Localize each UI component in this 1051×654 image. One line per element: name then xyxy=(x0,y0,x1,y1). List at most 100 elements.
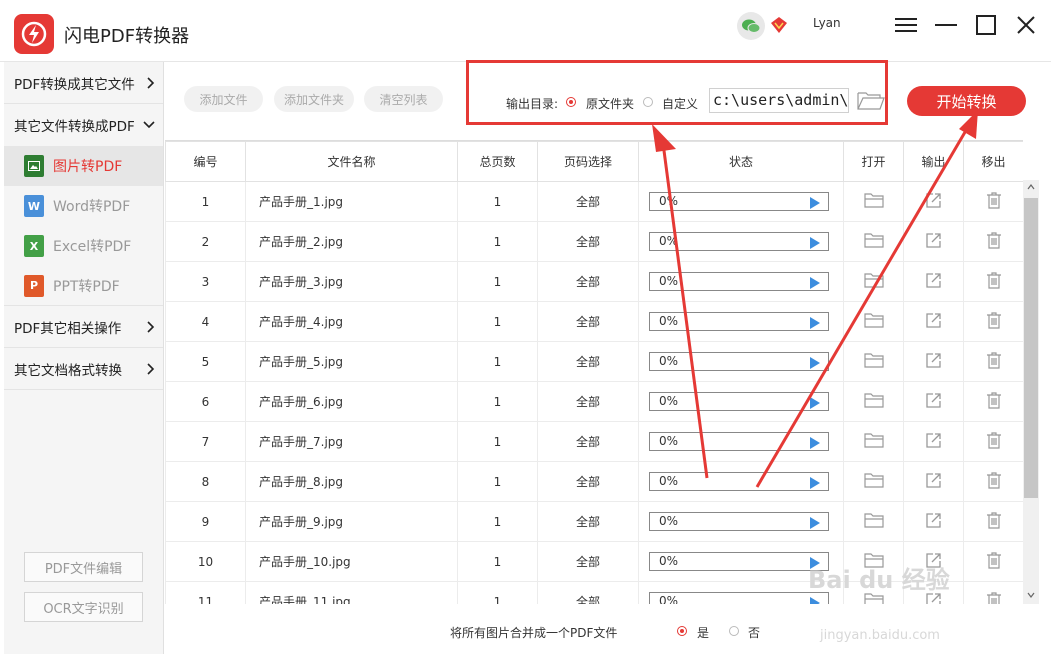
trash-icon[interactable] xyxy=(986,551,1002,569)
cell-remove[interactable] xyxy=(963,301,1023,342)
menu-icon[interactable] xyxy=(893,12,919,38)
cell-output[interactable] xyxy=(903,421,964,462)
play-icon[interactable] xyxy=(810,237,820,249)
maximize-icon[interactable] xyxy=(973,12,999,38)
cell-range[interactable]: 全部 xyxy=(537,181,639,222)
sidebar-item-word-to-pdf[interactable]: W Word转PDF xyxy=(4,186,163,226)
trash-icon[interactable] xyxy=(986,511,1002,529)
table-row[interactable]: 1 产品手册_1.jpg 1 全部 0% xyxy=(165,181,1023,222)
cell-output[interactable] xyxy=(903,501,964,542)
trash-icon[interactable] xyxy=(986,591,1002,605)
cell-remove[interactable] xyxy=(963,341,1023,382)
export-icon[interactable] xyxy=(925,472,942,489)
output-path-input[interactable]: c:\users\admin\d xyxy=(709,88,849,113)
cell-range[interactable]: 全部 xyxy=(537,341,639,382)
export-icon[interactable] xyxy=(925,352,942,369)
trash-icon[interactable] xyxy=(986,391,1002,409)
cell-range[interactable]: 全部 xyxy=(537,381,639,422)
cell-remove[interactable] xyxy=(963,541,1023,582)
scroll-down-icon[interactable] xyxy=(1027,592,1035,598)
cell-open[interactable] xyxy=(843,501,904,542)
play-icon[interactable] xyxy=(810,397,820,409)
sidebar-item-ppt-to-pdf[interactable]: P PPT转PDF xyxy=(4,266,163,306)
play-icon[interactable] xyxy=(810,277,820,289)
table-row[interactable]: 7 产品手册_7.jpg 1 全部 0% xyxy=(165,421,1023,462)
folder-open-icon[interactable] xyxy=(863,352,884,368)
trash-icon[interactable] xyxy=(986,471,1002,489)
export-icon[interactable] xyxy=(925,432,942,449)
start-convert-button[interactable]: 开始转换 xyxy=(907,86,1026,116)
cell-open[interactable] xyxy=(843,341,904,382)
cell-output[interactable] xyxy=(903,261,964,302)
cell-range[interactable]: 全部 xyxy=(537,461,639,502)
play-icon[interactable] xyxy=(810,317,820,329)
table-row[interactable]: 4 产品手册_4.jpg 1 全部 0% xyxy=(165,301,1023,342)
radio-custom[interactable] xyxy=(643,97,653,107)
play-icon[interactable] xyxy=(810,477,820,489)
folder-open-icon[interactable] xyxy=(863,272,884,288)
export-icon[interactable] xyxy=(925,312,942,329)
cell-remove[interactable] xyxy=(963,181,1023,222)
cell-output[interactable] xyxy=(903,381,964,422)
table-scrollbar[interactable] xyxy=(1023,180,1039,604)
export-icon[interactable] xyxy=(925,512,942,529)
export-icon[interactable] xyxy=(925,392,942,409)
cell-remove[interactable] xyxy=(963,261,1023,302)
ocr-button[interactable]: OCR文字识别 xyxy=(24,592,143,622)
play-icon[interactable] xyxy=(810,357,820,369)
add-folder-button[interactable]: 添加文件夹 xyxy=(274,86,354,112)
sidebar-item-image-to-pdf[interactable]: 图片转PDF xyxy=(4,146,163,186)
cell-range[interactable]: 全部 xyxy=(537,541,639,582)
table-row[interactable]: 2 产品手册_2.jpg 1 全部 0% xyxy=(165,221,1023,262)
cell-open[interactable] xyxy=(843,181,904,222)
cell-range[interactable]: 全部 xyxy=(537,501,639,542)
cell-output[interactable] xyxy=(903,181,964,222)
add-file-button[interactable]: 添加文件 xyxy=(184,86,263,112)
scrollbar-thumb[interactable] xyxy=(1024,198,1038,498)
sidebar-section-pdf-to-other[interactable]: PDF转换成其它文件 xyxy=(4,62,163,104)
cell-open[interactable] xyxy=(843,221,904,262)
sidebar-section-other-to-pdf[interactable]: 其它文件转换成PDF xyxy=(4,104,163,146)
clear-list-button[interactable]: 清空列表 xyxy=(364,86,443,112)
cell-range[interactable]: 全部 xyxy=(537,421,639,462)
browse-folder-icon[interactable] xyxy=(857,90,885,114)
wechat-icon[interactable] xyxy=(737,12,765,40)
cell-output[interactable] xyxy=(903,301,964,342)
play-icon[interactable] xyxy=(810,437,820,449)
trash-icon[interactable] xyxy=(986,271,1002,289)
export-icon[interactable] xyxy=(925,192,942,209)
cell-remove[interactable] xyxy=(963,221,1023,262)
cell-open[interactable] xyxy=(843,461,904,502)
folder-open-icon[interactable] xyxy=(863,512,884,528)
export-icon[interactable] xyxy=(925,272,942,289)
trash-icon[interactable] xyxy=(986,431,1002,449)
sidebar-section-other-formats[interactable]: 其它文档格式转换 xyxy=(4,348,163,390)
table-row[interactable]: 6 产品手册_6.jpg 1 全部 0% xyxy=(165,381,1023,422)
play-icon[interactable] xyxy=(810,597,820,604)
radio-merge-no[interactable] xyxy=(729,626,739,636)
trash-icon[interactable] xyxy=(986,231,1002,249)
folder-open-icon[interactable] xyxy=(863,312,884,328)
cell-open[interactable] xyxy=(843,381,904,422)
sidebar-item-excel-to-pdf[interactable]: X Excel转PDF xyxy=(4,226,163,266)
radio-merge-yes[interactable] xyxy=(677,626,687,636)
folder-open-icon[interactable] xyxy=(863,432,884,448)
table-row[interactable]: 8 产品手册_8.jpg 1 全部 0% xyxy=(165,461,1023,502)
export-icon[interactable] xyxy=(925,232,942,249)
vip-badge-icon[interactable] xyxy=(770,16,788,34)
cell-output[interactable] xyxy=(903,221,964,262)
close-icon[interactable] xyxy=(1013,12,1039,38)
folder-open-icon[interactable] xyxy=(863,232,884,248)
cell-open[interactable] xyxy=(843,301,904,342)
cell-output[interactable] xyxy=(903,341,964,382)
pdf-edit-button[interactable]: PDF文件编辑 xyxy=(24,552,143,582)
table-row[interactable]: 5 产品手册_5.jpg 1 全部 0% xyxy=(165,341,1023,382)
cell-range[interactable]: 全部 xyxy=(537,221,639,262)
table-row[interactable]: 9 产品手册_9.jpg 1 全部 0% xyxy=(165,501,1023,542)
cell-remove[interactable] xyxy=(963,581,1023,605)
cell-range[interactable]: 全部 xyxy=(537,301,639,342)
cell-open[interactable] xyxy=(843,261,904,302)
cell-open[interactable] xyxy=(843,421,904,462)
folder-open-icon[interactable] xyxy=(863,192,884,208)
cell-remove[interactable] xyxy=(963,381,1023,422)
